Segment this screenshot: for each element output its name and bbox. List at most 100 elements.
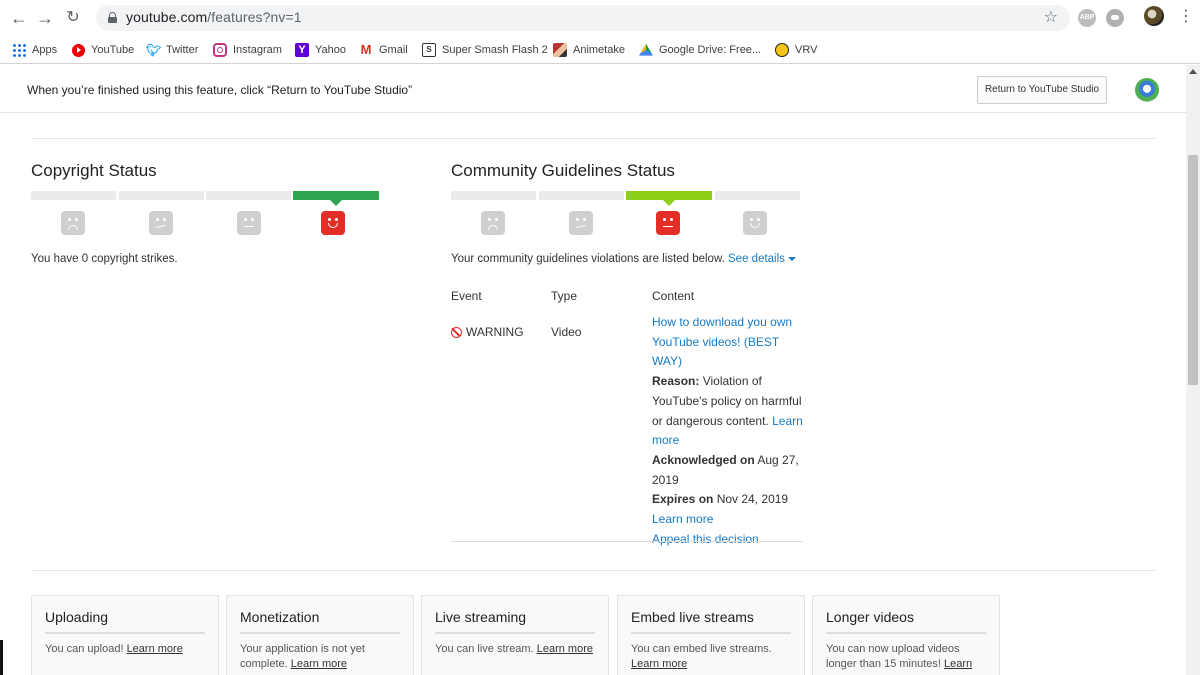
see-details-label: See details — [728, 253, 785, 265]
type-column-header: Type — [551, 289, 578, 303]
feature-card-text: You can embed live streams. — [631, 643, 772, 655]
feature-card-text: You can live stream. — [435, 643, 534, 655]
ssf2-icon: S — [422, 43, 436, 57]
section-divider — [31, 138, 1155, 139]
expires-label: Expires on — [652, 492, 714, 507]
bookmark-youtube[interactable]: YouTube — [72, 41, 134, 59]
table-bottom-rule — [451, 541, 803, 542]
meter-pointer — [330, 200, 342, 206]
unsure-face-icon — [569, 211, 593, 235]
meter-segment-active — [626, 191, 712, 206]
bookmark-apps[interactable]: Apps — [12, 41, 57, 59]
banner-message: When you’re finished using this feature,… — [27, 83, 413, 97]
discord-extension-icon[interactable] — [1106, 9, 1124, 27]
yahoo-icon: Y — [295, 43, 309, 57]
card-divider — [631, 632, 791, 634]
feature-card-title: Longer videos — [826, 609, 914, 625]
google-drive-icon — [639, 43, 653, 56]
instagram-icon — [213, 43, 227, 57]
feature-card-embed-live-streams: Embed live streams You can embed live st… — [617, 595, 805, 675]
video-title-link[interactable]: How to download you own YouTube videos! … — [652, 315, 792, 368]
community-status-title: Community Guidelines Status — [451, 161, 675, 180]
scrollbar-thumb[interactable] — [1188, 155, 1198, 385]
bookmark-yahoo[interactable]: Y Yahoo — [295, 41, 346, 59]
bookmark-super-smash-flash[interactable]: S Super Smash Flash 2 — [422, 41, 548, 59]
community-summary: Your community guidelines violations are… — [451, 253, 796, 265]
features-page: When you’re finished using this feature,… — [0, 65, 1186, 675]
feature-card-title: Embed live streams — [631, 609, 754, 625]
meter-segment — [206, 191, 291, 200]
violation-content: How to download you own YouTube videos! … — [652, 313, 807, 549]
feature-card-uploading: Uploading You can upload! Learn more — [31, 595, 219, 675]
feature-card-body: Your application is not yet complete. Le… — [240, 642, 405, 672]
reload-icon[interactable]: ↻ — [62, 7, 84, 29]
community-strike-meter — [451, 191, 800, 206]
learn-more-link[interactable]: Learn more — [652, 512, 713, 526]
url-text[interactable]: youtube.com/features?nv=1 — [126, 9, 302, 25]
studio-return-banner: When you’re finished using this feature,… — [0, 65, 1186, 113]
bookmark-label: YouTube — [91, 44, 135, 56]
feature-card-live-streaming: Live streaming You can live stream. Lear… — [421, 595, 609, 675]
adblock-plus-icon[interactable]: ABP — [1078, 9, 1096, 27]
address-bar[interactable]: youtube.com/features?nv=1 ☆ — [96, 5, 1070, 31]
event-column-header: Event — [451, 289, 482, 303]
bookmark-label: Instagram — [233, 44, 282, 56]
feature-card-body: You can embed live streams. Learn more — [631, 642, 796, 672]
feature-learn-more-link[interactable]: Learn more — [127, 643, 183, 655]
profile-avatar[interactable] — [1144, 6, 1164, 26]
acknowledged-label: Acknowledged on — [652, 452, 755, 467]
feature-card-text: You can upload! — [45, 643, 124, 655]
youtube-icon — [72, 43, 85, 57]
prohibited-icon — [451, 326, 462, 338]
feature-card-text: You can now upload videos longer than 15… — [826, 643, 960, 670]
channel-avatar[interactable] — [1135, 78, 1159, 102]
expires-date: Nov 24, 2019 — [716, 492, 789, 507]
event-value: WARNING — [466, 325, 524, 339]
unsure-face-icon — [149, 211, 173, 235]
sad-face-icon — [61, 211, 85, 235]
meter-segment — [715, 191, 800, 200]
caret-down-icon — [787, 256, 796, 261]
gmail-icon: M — [360, 42, 372, 57]
copyright-strike-meter — [31, 191, 379, 206]
bookmark-twitter[interactable]: 🐦︎ Twitter — [146, 41, 198, 59]
bookmark-label: VRV — [795, 44, 818, 56]
scroll-up-arrow-icon[interactable] — [1189, 69, 1197, 74]
meter-segment-active — [293, 191, 379, 206]
bookmark-star-icon[interactable]: ☆ — [1044, 7, 1058, 27]
see-details-link[interactable]: See details — [728, 253, 796, 265]
bookmark-label: Apps — [32, 44, 58, 56]
bookmark-vrv[interactable]: VRV — [775, 41, 817, 59]
forward-arrow-icon[interactable]: → — [34, 7, 56, 29]
copyright-status-title: Copyright Status — [31, 161, 157, 180]
bookmark-gmail[interactable]: M Gmail — [359, 41, 408, 59]
happy-face-icon — [743, 211, 767, 235]
bookmark-google-drive[interactable]: Google Drive: Free... — [639, 41, 761, 59]
feature-card-title: Uploading — [45, 609, 109, 625]
animetake-icon — [553, 43, 567, 57]
reason-label: Reason: — [652, 374, 700, 389]
feature-card-longer-videos: Longer videos You can now upload videos … — [812, 595, 1000, 675]
window-edge — [0, 640, 3, 675]
feature-learn-more-link[interactable]: Learn more — [291, 658, 347, 670]
browser-menu-icon[interactable]: ⋮ — [1178, 7, 1194, 27]
neutral-face-icon — [237, 211, 261, 235]
feature-card-title: Monetization — [240, 609, 320, 625]
content-column-header: Content — [652, 289, 695, 303]
back-arrow-icon[interactable]: ← — [8, 7, 30, 29]
bookmark-animetake[interactable]: Animetake — [553, 41, 625, 59]
page-scrollbar[interactable] — [1186, 65, 1200, 675]
type-value: Video — [551, 325, 582, 339]
feature-card-monetization: Monetization Your application is not yet… — [226, 595, 414, 675]
bookmark-label: Twitter — [166, 44, 199, 56]
section-divider — [31, 570, 1155, 571]
sad-face-icon — [481, 211, 505, 235]
meter-segment — [31, 191, 116, 200]
feature-card-body: You can now upload videos longer than 15… — [826, 642, 991, 675]
feature-learn-more-link[interactable]: Learn more — [631, 658, 687, 670]
bookmark-instagram[interactable]: Instagram — [213, 41, 282, 59]
feature-learn-more-link[interactable]: Learn more — [537, 643, 593, 655]
appeal-decision-link[interactable]: Appeal this decision — [652, 532, 759, 546]
return-to-studio-button[interactable]: Return to YouTube Studio — [977, 76, 1107, 104]
meter-pointer — [663, 200, 675, 206]
